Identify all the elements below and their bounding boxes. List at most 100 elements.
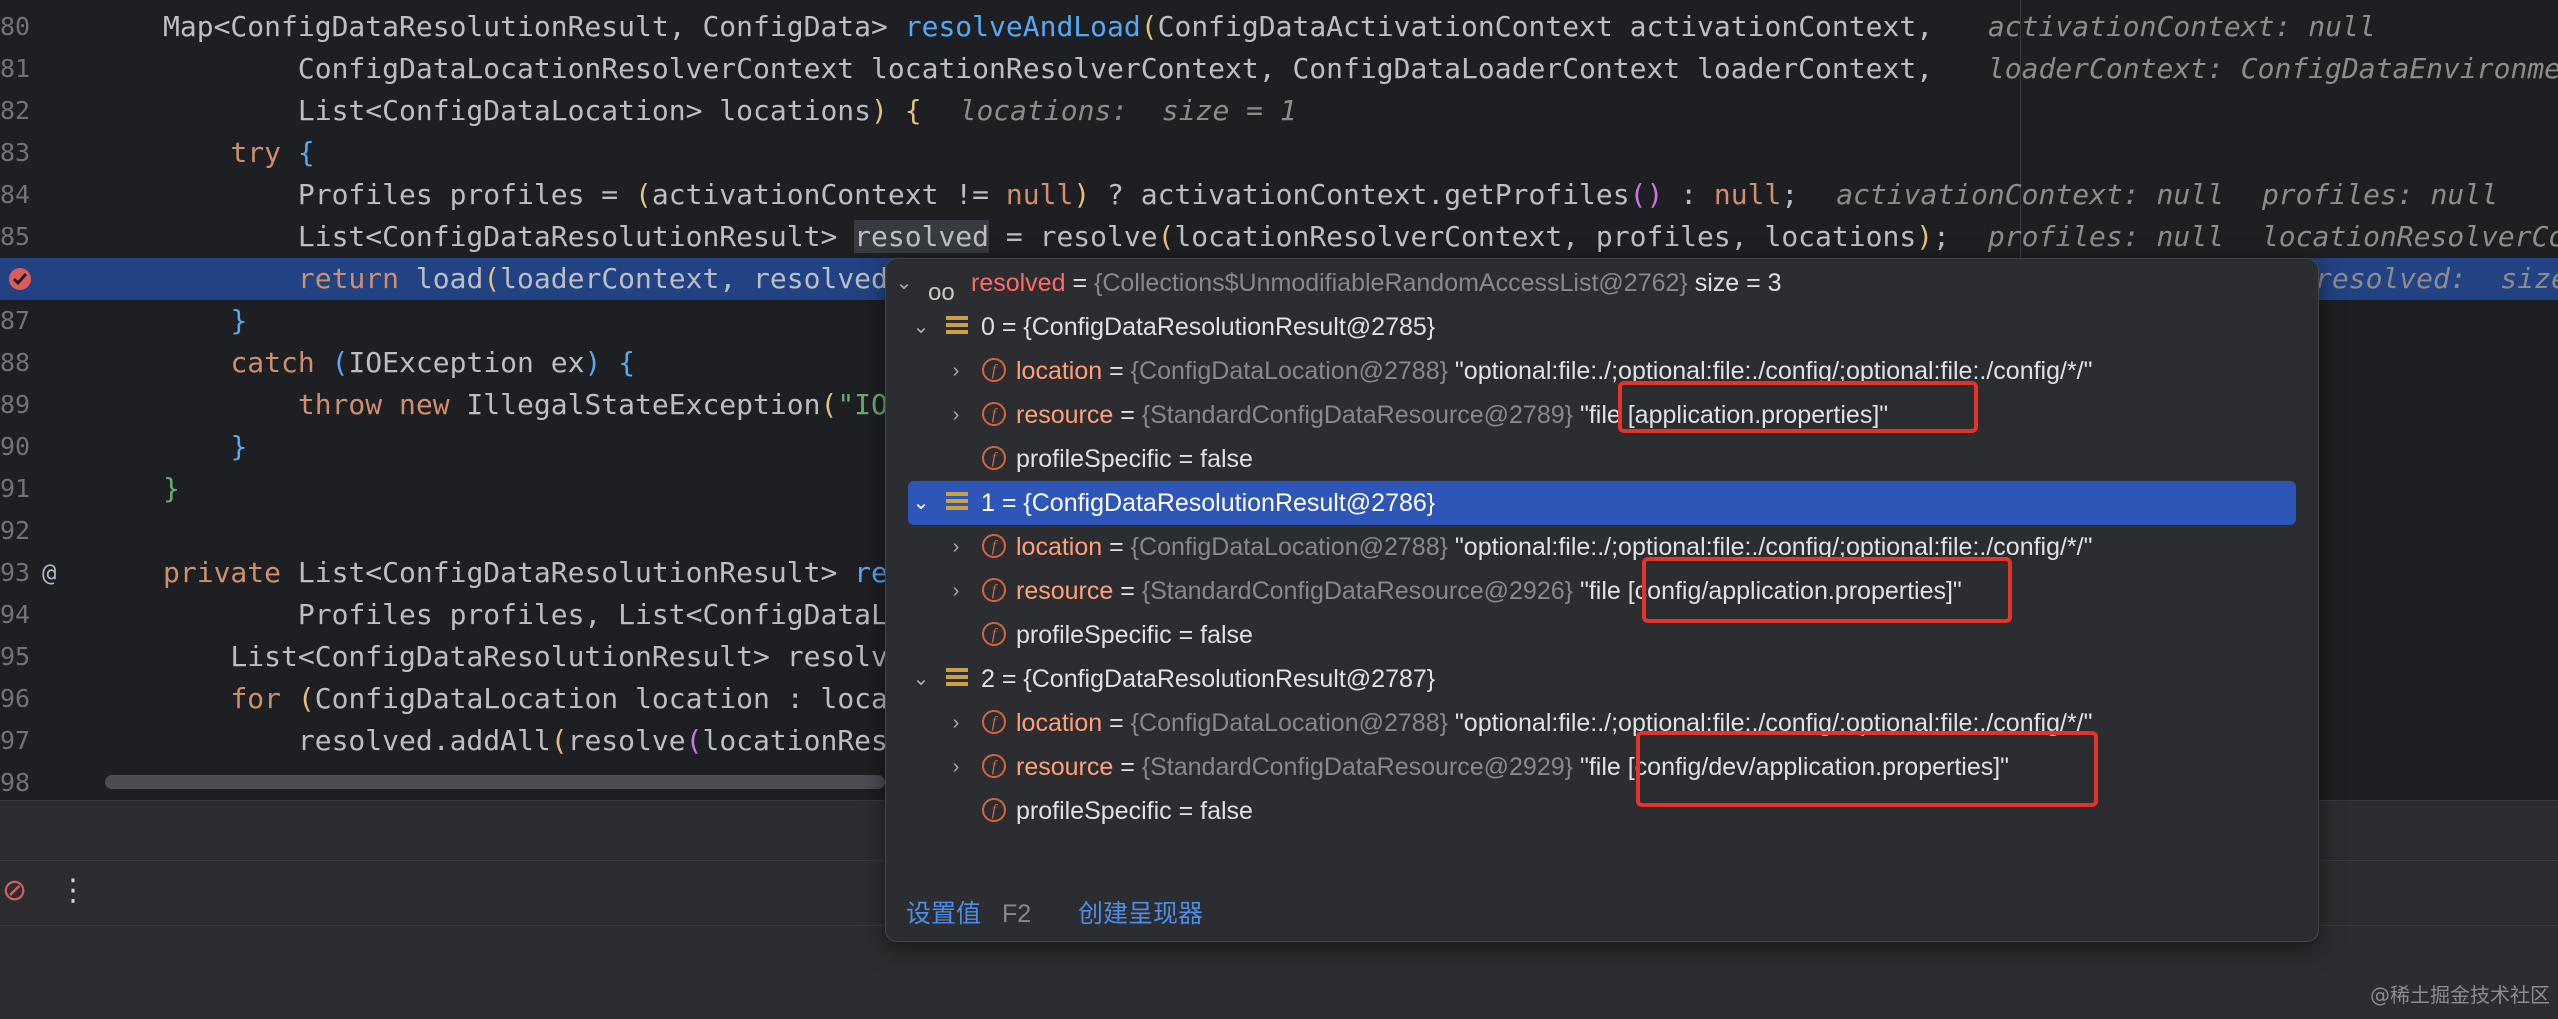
code-text: try {	[230, 136, 315, 169]
field-icon: f	[982, 622, 1006, 646]
variable-name: resolved	[971, 269, 1066, 297]
chevron-right-icon[interactable]: ›	[946, 393, 966, 437]
code-text: resolved.addAll(resolve(locationResol	[163, 724, 922, 757]
line-number: 85	[0, 222, 31, 251]
annotation-box	[1642, 557, 2012, 623]
tree-root-row[interactable]: ⌄ oo resolved = {Collections$Unmodifiabl…	[886, 261, 2318, 306]
code-text: return load(loaderContext, resolved);	[297, 262, 922, 295]
code-text: List<ConfigDataResolutionResult> resolve…	[163, 640, 922, 673]
variable-inspection-popup[interactable]: ⌄ oo resolved = {Collections$Unmodifiabl…	[885, 258, 2319, 942]
code-line[interactable]: 80 Map<ConfigDataResolutionResult, Confi…	[0, 6, 2558, 48]
tree-item-header: 1 = {ConfigDataResolutionResult@2786}	[981, 489, 1436, 517]
code-text: catch (IOException ex) {	[230, 346, 636, 379]
line-number: 87	[0, 306, 31, 335]
field-icon: f	[982, 358, 1006, 382]
chevron-down-icon[interactable]: ⌄	[894, 261, 914, 305]
code-text: List<ConfigDataLocation> locations) {loc…	[163, 94, 1297, 127]
field-row-location[interactable]: › f location = {ConfigDataLocation@2788}…	[886, 525, 2318, 569]
code-line[interactable]: 85 List<ConfigDataResolutionResult> reso…	[0, 216, 2558, 258]
chevron-down-icon[interactable]: ⌄	[911, 305, 931, 349]
inline-hint: locations: size = 1	[959, 94, 1297, 127]
code-text: private List<ConfigDataResolutionResult>…	[163, 556, 922, 589]
code-text: ConfigDataLocationResolverContext locati…	[163, 48, 2558, 90]
chevron-right-icon[interactable]: ›	[946, 525, 966, 569]
line-number: 93	[0, 558, 31, 587]
code-text: Profiles profiles, List<ConfigDataLoc	[163, 598, 922, 631]
field-icon: f	[982, 710, 1006, 734]
chevron-right-icon[interactable]: ›	[946, 349, 966, 393]
array-element-icon	[946, 316, 968, 338]
set-value-link[interactable]: 设置值	[906, 887, 981, 941]
breakpoint-icon[interactable]	[5, 264, 35, 294]
field-row-resource[interactable]: › f resource = {StandardConfigDataResour…	[886, 569, 2318, 613]
array-element-icon	[946, 668, 968, 690]
line-number: 96	[0, 684, 31, 713]
code-text: List<ConfigDataResolutionResult> resolve…	[163, 216, 2558, 258]
code-text: throw new IllegalStateException("IO e	[297, 388, 922, 421]
field-row-profile[interactable]: f profileSpecific = false	[886, 613, 2318, 657]
code-line[interactable]: 82 List<ConfigDataLocation> locations) {…	[0, 90, 2558, 132]
field-row-location[interactable]: › f location = {ConfigDataLocation@2788}…	[886, 349, 2318, 393]
override-marker-icon[interactable]: @	[42, 552, 56, 594]
tree-item-row-selected[interactable]: ⌄ 1 = {ConfigDataResolutionResult@2786}	[908, 481, 2296, 525]
code-line[interactable]: 81 ConfigDataLocationResolverContext loc…	[0, 48, 2558, 90]
tree-item-header: 2 = {ConfigDataResolutionResult@2787}	[981, 665, 1436, 693]
more-options-icon[interactable]: ⋮	[58, 873, 88, 908]
chevron-right-icon[interactable]: ›	[946, 569, 966, 613]
tree-item-row[interactable]: ⌄ 2 = {ConfigDataResolutionResult@2787}	[886, 657, 2318, 701]
inline-hint: resolved: size	[2315, 262, 2558, 295]
code-text: }	[230, 430, 248, 463]
chevron-down-icon[interactable]: ⌄	[911, 481, 931, 525]
code-text: for (ConfigDataLocation location : locat…	[230, 682, 922, 715]
inline-hint: loaderContext: ConfigDataEnvironmentCont…	[1987, 52, 2558, 85]
watermark: @稀土掘金技术社区	[2370, 983, 2550, 1007]
chevron-right-icon[interactable]: ›	[946, 701, 966, 745]
inline-hint: profiles: null	[1987, 220, 2224, 253]
code-text: }	[230, 304, 248, 337]
set-value-shortcut: F2	[1002, 900, 1032, 928]
line-number: 95	[0, 642, 31, 671]
variable-type: {Collections$UnmodifiableRandomAccessLis…	[1094, 269, 1688, 297]
mute-breakpoints-icon[interactable]: ⊘	[2, 873, 27, 908]
inline-hint: locationResolverContext	[2261, 220, 2558, 253]
line-number: 91	[0, 474, 31, 503]
field-icon: f	[982, 446, 1006, 470]
array-element-icon	[946, 492, 968, 514]
chevron-down-icon[interactable]: ⌄	[911, 657, 931, 701]
line-number: 92	[0, 516, 31, 545]
annotation-box	[1636, 731, 2098, 807]
annotation-box	[1618, 381, 1978, 433]
create-renderer-link[interactable]: 创建呈现器	[1078, 887, 1203, 941]
code-line[interactable]: 84 Profiles profiles = (activationContex…	[0, 174, 2558, 216]
tree-item-row[interactable]: ⌄ 0 = {ConfigDataResolutionResult@2785}	[886, 305, 2318, 349]
line-number: 88	[0, 348, 31, 377]
field-row-profile[interactable]: f profileSpecific = false	[886, 789, 2318, 833]
line-number: 89	[0, 390, 31, 419]
field-row-resource[interactable]: › f resource = {StandardConfigDataResour…	[886, 393, 2318, 437]
line-number: 94	[0, 600, 31, 629]
field-icon: f	[982, 754, 1006, 778]
horizontal-scrollbar[interactable]	[105, 775, 885, 789]
code-text: Profiles profiles = (activationContext !…	[163, 178, 2498, 211]
inline-hint: profiles: null	[2261, 178, 2498, 211]
line-number: 90	[0, 432, 31, 461]
field-icon: f	[982, 402, 1006, 426]
chevron-right-icon[interactable]: ›	[946, 745, 966, 789]
tree-item-header: 0 = {ConfigDataResolutionResult@2785}	[981, 313, 1436, 341]
field-icon: f	[982, 534, 1006, 558]
field-row-resource[interactable]: › f resource = {StandardConfigDataResour…	[886, 745, 2318, 789]
line-number: 84	[0, 180, 31, 209]
code-text: Map<ConfigDataResolutionResult, ConfigDa…	[163, 10, 2376, 43]
code-text: }	[163, 472, 180, 505]
field-icon: f	[982, 578, 1006, 602]
field-row-location[interactable]: › f location = {ConfigDataLocation@2788}…	[886, 701, 2318, 745]
field-row-profile[interactable]: f profileSpecific = false	[886, 437, 2318, 481]
field-icon: f	[982, 798, 1006, 822]
line-number: 98	[0, 768, 31, 797]
code-line[interactable]: 83 try {	[0, 132, 2558, 174]
line-number: 97	[0, 726, 31, 755]
popup-footer: 设置值 F2 创建呈现器	[886, 887, 2318, 941]
inline-hint: activationContext: null	[1836, 178, 2224, 211]
inline-hint: activationContext: null	[1987, 10, 2376, 43]
line-number: 82	[0, 96, 31, 125]
